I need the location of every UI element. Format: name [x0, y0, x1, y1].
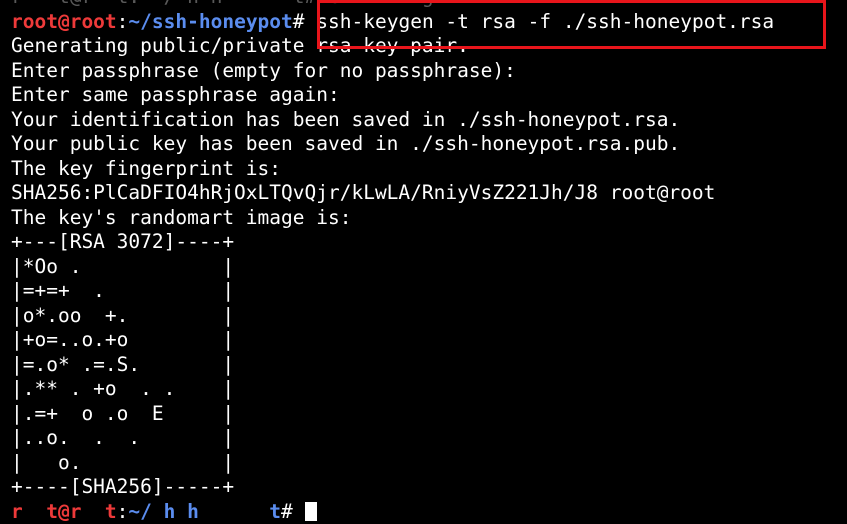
randomart-line: |..o. . . | [11, 426, 847, 451]
text-cursor [305, 502, 317, 521]
randomart-line: |=+=+ . | [11, 279, 847, 304]
randomart-line: |.** . +o . . | [11, 377, 847, 402]
next-prompt-user-host: r t@r t [11, 500, 117, 523]
next-prompt-separator: : [117, 500, 129, 523]
prompt-user-host: root@root [11, 10, 117, 33]
randomart-line: |*Oo . | [11, 255, 847, 280]
prompt-symbol: # [293, 10, 305, 33]
next-prompt-path: ~/ h h t [128, 500, 281, 523]
prompt-path: ~/ssh-honeypot [128, 10, 292, 33]
next-prompt-symbol: # [281, 500, 293, 523]
randomart-line: |o*.oo +. | [11, 304, 847, 329]
randomart-line: +---[RSA 3072]----+ [11, 230, 847, 255]
terminal-output: r t@r t: ~/ h h t# c g root@root:~/ssh-h… [11, 0, 847, 524]
randomart-line: |+o=..o.+o | [11, 328, 847, 353]
randomart-line: | o. | [11, 451, 847, 476]
output-line: The key fingerprint is: [11, 157, 847, 182]
output-line: Enter same passphrase again: [11, 83, 847, 108]
command-highlight-box [317, 0, 826, 49]
terminal-window[interactable]: r t@r t: ~/ h h t# c g root@root:~/ssh-h… [0, 0, 847, 502]
randomart-line: |=.o* .=.S. | [11, 353, 847, 378]
output-line: Your public key has been saved in ./ssh-… [11, 132, 847, 157]
output-line: Your identification has been saved in ./… [11, 108, 847, 133]
output-line: The key's randomart image is: [11, 206, 847, 231]
output-line: Enter passphrase (empty for no passphras… [11, 59, 847, 84]
fingerprint-line: SHA256:PlCaDFIO4hRjOxLTQvQjr/kLwLA/RniyV… [11, 181, 847, 206]
randomart-line: +----[SHA256]-----+ [11, 475, 847, 500]
prompt-separator: : [117, 10, 129, 33]
randomart-line: |.=+ o .o E | [11, 402, 847, 427]
next-prompt-line[interactable]: r t@r t:~/ h h t# [11, 500, 847, 524]
